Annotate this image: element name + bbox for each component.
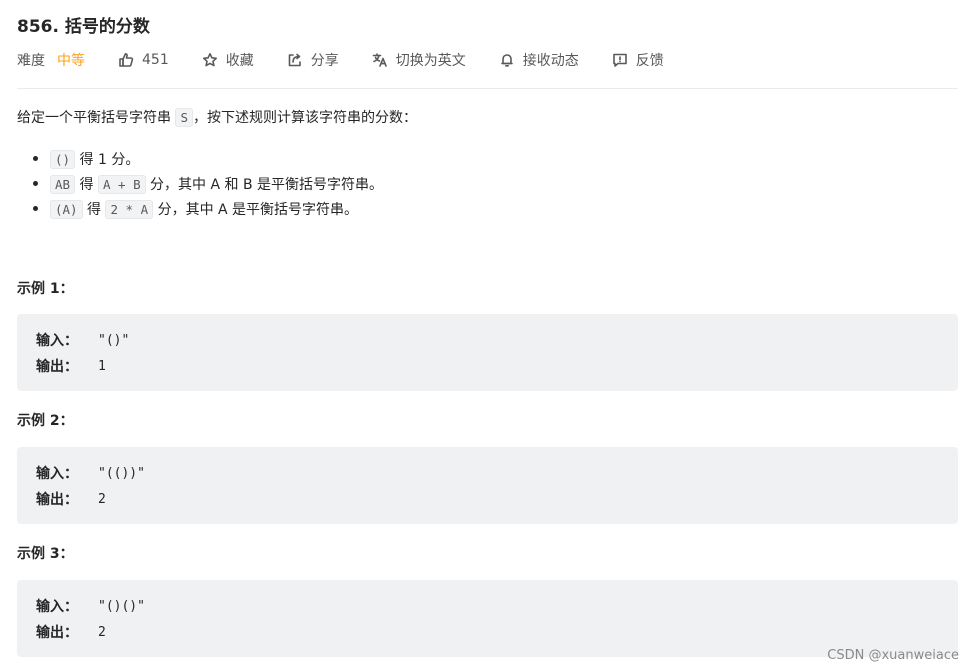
- rule-text: 得 1 分。: [75, 152, 140, 168]
- like-button[interactable]: 451: [118, 52, 169, 68]
- description-intro-prefix: 给定一个平衡括号字符串: [17, 110, 176, 126]
- difficulty: 难度 中等: [17, 50, 85, 70]
- rule-code: AB: [50, 175, 76, 194]
- example-heading: 示例 1：: [17, 281, 74, 297]
- example-output-value: 2: [98, 491, 106, 507]
- rule-item: AB 得 A + B 分，其中 A 和 B 是平衡括号字符串。: [50, 171, 383, 196]
- example-block: 输入： "()" 输出： 1: [17, 314, 958, 391]
- share-label: 分享: [310, 53, 339, 69]
- switch-language-label: 切换为英文: [395, 53, 466, 69]
- feedback-button[interactable]: 反馈: [612, 50, 664, 70]
- rule-formula-code: 2 * A: [105, 200, 154, 219]
- share-button[interactable]: 分享: [287, 50, 339, 70]
- rule-text: 得: [82, 202, 106, 218]
- switch-language-button[interactable]: 切换为英文: [372, 50, 466, 70]
- example-input-line: 输入： "()()": [36, 596, 145, 616]
- star-icon: [202, 53, 217, 67]
- favorite-button[interactable]: 收藏: [202, 50, 254, 70]
- problem-title: 856. 括号的分数: [17, 17, 150, 37]
- rule-code: (): [50, 150, 76, 169]
- example-output-label: 输出：: [36, 359, 78, 375]
- problem-meta-bar: 难度 中等 451 收藏 分享 切换为英文 接收动态 反馈: [17, 49, 697, 71]
- inline-code-s: S: [175, 108, 193, 127]
- feedback-icon: [612, 53, 627, 67]
- rule-code: (A): [50, 200, 83, 219]
- bell-icon: [500, 54, 513, 67]
- rule-text: 得: [75, 177, 98, 193]
- example-input-label: 输入：: [36, 333, 78, 349]
- problem-description: 给定一个平衡括号字符串 S ，按下述规则计算该字符串的分数：: [17, 107, 417, 129]
- difficulty-badge: 中等: [57, 53, 85, 69]
- example-input-label: 输入：: [36, 599, 78, 615]
- example-input-value: "()()": [98, 598, 145, 614]
- example-input-label: 输入：: [36, 466, 78, 482]
- share-icon: [288, 53, 301, 67]
- example-input-value: "(())": [98, 465, 145, 481]
- difficulty-label: 难度: [17, 53, 45, 69]
- rule-item: () 得 1 分。: [50, 146, 383, 171]
- rule-item: (A) 得 2 * A 分，其中 A 是平衡括号字符串。: [50, 196, 383, 221]
- example-block: 输入： "(())" 输出： 2: [17, 447, 958, 524]
- like-count: 451: [142, 52, 169, 68]
- rule-text: 分，其中 A 和 B 是平衡括号字符串。: [145, 177, 384, 193]
- example-input-line: 输入： "(())": [36, 463, 145, 483]
- feedback-label: 反馈: [635, 53, 664, 69]
- example-heading: 示例 2：: [17, 413, 74, 429]
- example-heading: 示例 3：: [17, 546, 74, 562]
- example-output-line: 输出： 1: [36, 356, 106, 376]
- example-output-line: 输出： 2: [36, 489, 106, 509]
- example-output-value: 2: [98, 624, 106, 640]
- example-output-label: 输出：: [36, 492, 78, 508]
- example-output-line: 输出： 2: [36, 622, 106, 642]
- example-input-value: "()": [98, 332, 130, 348]
- favorite-label: 收藏: [225, 53, 254, 69]
- example-output-value: 1: [98, 358, 106, 374]
- thumbs-up-icon: [119, 53, 134, 67]
- example-output-label: 输出：: [36, 625, 78, 641]
- subscribe-button[interactable]: 接收动态: [499, 50, 579, 70]
- description-intro-suffix: ，按下述规则计算该字符串的分数：: [192, 110, 417, 126]
- translate-icon: [372, 53, 387, 67]
- csdn-watermark: CSDN @xuanweiace: [827, 648, 959, 663]
- rule-text: 分，其中 A 是平衡括号字符串。: [153, 202, 359, 218]
- header-divider: [17, 88, 958, 89]
- subscribe-label: 接收动态: [522, 53, 579, 69]
- rules-list: () 得 1 分。 AB 得 A + B 分，其中 A 和 B 是平衡括号字符串…: [17, 146, 383, 221]
- example-input-line: 输入： "()": [36, 330, 129, 350]
- example-block: 输入： "()()" 输出： 2: [17, 580, 958, 657]
- rule-formula-code: A + B: [97, 175, 146, 194]
